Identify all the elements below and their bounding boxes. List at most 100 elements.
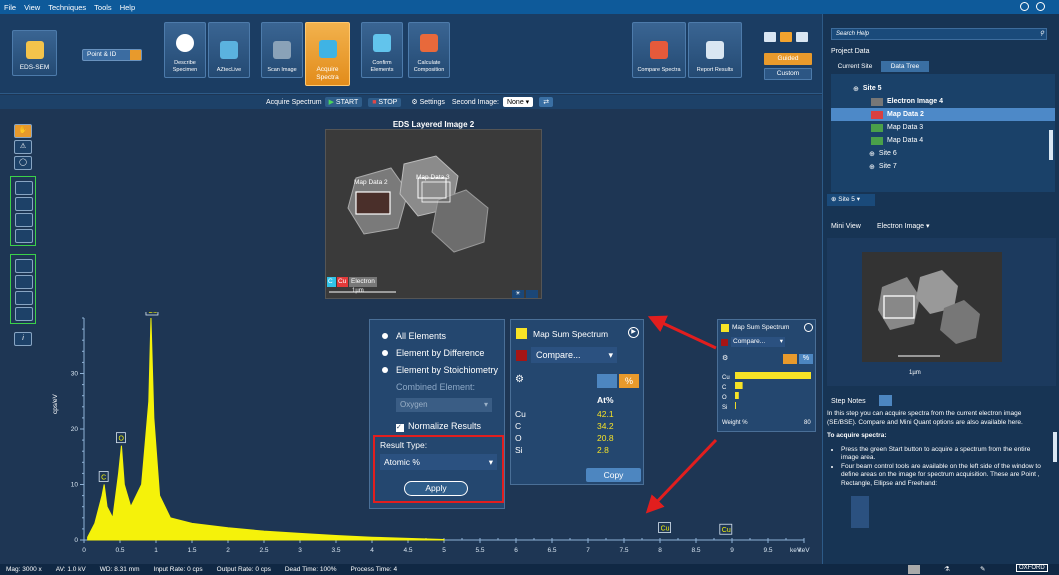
tree-map-data-3[interactable]: Map Data 3 xyxy=(831,121,1055,134)
search-help-input[interactable]: Search Help ⚲ xyxy=(831,28,1047,40)
eds-sem-app-button[interactable]: EDS-SEM xyxy=(12,30,57,76)
status-wd: WD: 8.31 mm xyxy=(99,566,140,573)
menu-bar: File View Techniques Tools Help xyxy=(0,0,1059,14)
notes-heading: To acquire spectra: xyxy=(827,432,887,439)
peak-label: O xyxy=(118,436,124,443)
hand-icon[interactable]: ✋ xyxy=(14,124,32,138)
custom-button[interactable]: Custom xyxy=(764,68,812,80)
compare-spectra-button[interactable]: Compare Spectra xyxy=(632,22,686,78)
step-acquire-spectra[interactable]: Acquire Spectra xyxy=(305,22,350,86)
menu-view[interactable]: View xyxy=(24,3,40,12)
tree-site-7[interactable]: ⊕ Site 7 xyxy=(831,160,1055,173)
gear-icon[interactable]: ⚙ xyxy=(722,354,728,362)
eds-sem-icon xyxy=(25,40,44,59)
ellipse-icon[interactable] xyxy=(15,291,33,305)
x-tick-label: 0 xyxy=(82,547,86,554)
point-tool-icon[interactable]: ⚠ xyxy=(14,140,32,154)
list-icon[interactable] xyxy=(783,354,797,364)
gear-icon[interactable]: ⚙ xyxy=(515,374,524,385)
compare-select[interactable]: Compare... ▾ xyxy=(531,347,617,363)
element-by-stoich-radio[interactable]: Element by Stoichiometry xyxy=(382,362,504,379)
eds-layered-image[interactable]: Map Data 2 Map Data 3 C Cu Electron 1µm … xyxy=(325,129,542,299)
layout-icon[interactable] xyxy=(764,32,776,42)
layout-icon-active[interactable] xyxy=(780,32,792,42)
step-confirm-elements[interactable]: Confirm Elements xyxy=(361,22,403,78)
zoom-fit-icon[interactable] xyxy=(15,213,33,227)
microscope-icon: ⚗ xyxy=(944,566,950,573)
result-type-select[interactable]: Atomic % ▾ xyxy=(380,454,497,470)
project-data-title: Project Data xyxy=(831,48,870,55)
x-tick-label: 2 xyxy=(226,547,230,554)
search-placeholder: Search Help xyxy=(836,31,870,37)
point-icon[interactable] xyxy=(15,259,33,273)
combined-element-select[interactable]: Oxygen ▾ xyxy=(396,398,492,412)
result-type-label: Result Type: xyxy=(380,440,428,450)
percent-icon[interactable]: % xyxy=(619,374,639,388)
tab-current-site[interactable]: Current Site xyxy=(831,61,879,72)
panel-window-icons[interactable] xyxy=(1025,47,1055,55)
all-elements-radio[interactable]: All Elements xyxy=(382,328,504,345)
step-calculate-composition[interactable]: Calculate Composition xyxy=(408,22,450,78)
mini-view-image[interactable] xyxy=(862,252,1002,362)
freehand-icon[interactable] xyxy=(15,307,33,321)
arrow-up xyxy=(647,315,717,350)
info-icon[interactable]: i xyxy=(14,332,32,346)
start-button[interactable]: ▶ START xyxy=(324,97,363,107)
curve-icon[interactable] xyxy=(526,290,538,298)
percent-icon[interactable]: % xyxy=(799,354,813,364)
mode-select[interactable]: Point & ID xyxy=(82,49,142,61)
checkbox-icon: ✓ xyxy=(396,424,404,432)
tree-scrollbar[interactable] xyxy=(1049,130,1053,160)
oxford-logo: OXFORD xyxy=(1016,564,1048,572)
element-symbol: O xyxy=(515,433,522,443)
tab-data-tree[interactable]: Data Tree xyxy=(881,61,929,72)
apply-button[interactable]: Apply xyxy=(404,481,468,496)
mini-view-select[interactable]: Electron Image ▾ xyxy=(877,221,937,232)
element-by-difference-radio[interactable]: Element by Difference xyxy=(382,345,504,362)
mini-quant-label: C xyxy=(722,385,727,391)
brightness-icon[interactable]: ☀ xyxy=(512,290,524,298)
play-circle-icon[interactable] xyxy=(804,323,813,332)
help-icon[interactable] xyxy=(1020,2,1029,11)
menu-help[interactable]: Help xyxy=(120,3,135,12)
copy-button[interactable]: Copy xyxy=(586,468,641,482)
site-select[interactable]: ⊕ Site 5 ▾ xyxy=(827,194,875,206)
play-icon[interactable] xyxy=(908,565,920,574)
map-data-2-region[interactable] xyxy=(355,191,391,215)
tree-site-6[interactable]: ⊕ Site 6 xyxy=(831,147,1055,160)
notes-scrollbar[interactable] xyxy=(1053,432,1057,462)
mini-compare-select[interactable]: Compare... ▾ xyxy=(731,337,785,347)
menu-techniques[interactable]: Techniques xyxy=(48,3,86,12)
zoom-out-icon[interactable] xyxy=(15,197,33,211)
stop-button[interactable]: ■ STOP xyxy=(368,97,402,107)
confirm-elements-icon xyxy=(373,34,391,53)
menu-file[interactable]: File xyxy=(4,3,16,12)
list-icon[interactable] xyxy=(597,374,617,388)
swap-icon[interactable]: ⇄ xyxy=(539,97,554,107)
settings-button[interactable]: ⚙ Settings xyxy=(407,97,449,107)
rectangle-icon[interactable] xyxy=(15,275,33,289)
guided-button[interactable]: Guided xyxy=(764,53,812,65)
step-describe-specimen[interactable]: Describe Specimen xyxy=(164,22,206,78)
sem-image xyxy=(326,130,541,298)
play-icon: ▶ xyxy=(328,99,334,106)
info-icon[interactable] xyxy=(1036,2,1045,11)
normalize-checkbox[interactable]: ✓ Normalize Results xyxy=(382,418,504,435)
step-scan-image[interactable]: Scan Image xyxy=(261,22,303,78)
tree-label: Site 6 xyxy=(878,150,897,157)
play-circle-icon[interactable]: ▶ xyxy=(628,327,639,338)
second-image-select[interactable]: None ▾ xyxy=(502,97,534,107)
zoom-in-icon[interactable] xyxy=(15,181,33,195)
target-icon[interactable]: ◯ xyxy=(14,156,32,170)
step-aztec-live[interactable]: AZtecLive xyxy=(208,22,250,78)
edit-icon[interactable] xyxy=(879,395,892,406)
layout-icon[interactable] xyxy=(796,32,808,42)
tree-map-data-4[interactable]: Map Data 4 xyxy=(831,134,1055,147)
tree-site-5[interactable]: ⊕ Site 5 xyxy=(831,82,1055,95)
tree-map-data-2[interactable]: Map Data 2 xyxy=(831,108,1055,121)
mini-quant-label: O xyxy=(722,395,727,401)
tree-electron-image-4[interactable]: Electron Image 4 xyxy=(831,95,1055,108)
report-results-button[interactable]: Report Results xyxy=(688,22,742,78)
menu-tools[interactable]: Tools xyxy=(94,3,112,12)
zoom-reset-icon[interactable] xyxy=(15,229,33,243)
